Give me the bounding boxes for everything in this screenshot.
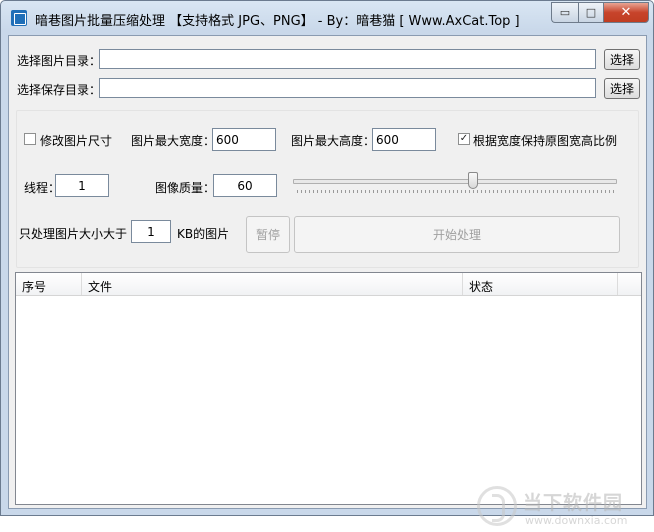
app-window: 暗巷图片批量压缩处理 【支持格式 JPG、PNG】 - By：暗巷猫 [ Www… [0, 0, 654, 527]
maximize-icon: □ [585, 6, 597, 19]
resize-checkbox[interactable] [24, 133, 36, 145]
quality-slider-ticks [297, 190, 615, 193]
keep-ratio-checkbox[interactable]: ✓ [458, 133, 470, 145]
max-width-label: 图片最大宽度： [131, 134, 216, 148]
watermark-logo-icon [477, 486, 517, 526]
start-button[interactable]: 开始处理 [294, 216, 620, 253]
max-height-input[interactable]: 600 [372, 128, 436, 151]
browse-save-button[interactable]: 选择 [604, 78, 640, 99]
site-watermark: 当下软件园 www.downxia.com [477, 486, 647, 532]
max-width-input[interactable]: 600 [212, 128, 276, 151]
file-list[interactable]: 序号 文件 状态 [15, 272, 642, 505]
column-status[interactable]: 状态 [463, 273, 618, 295]
source-dir-input[interactable] [99, 49, 596, 69]
column-filler [618, 273, 641, 295]
column-file[interactable]: 文件 [82, 273, 463, 295]
source-dir-label: 选择图片目录： [17, 54, 102, 68]
min-size-input[interactable]: 1 [131, 220, 171, 243]
check-icon: ✓ [459, 133, 469, 144]
save-dir-input[interactable] [99, 78, 596, 98]
app-icon [11, 10, 27, 26]
min-size-unit: KB的图片 [177, 227, 230, 241]
list-header: 序号 文件 状态 [16, 273, 641, 296]
threads-input[interactable]: 1 [55, 174, 109, 197]
quality-label: 图像质量： [155, 181, 216, 195]
max-height-label: 图片最大高度： [291, 134, 376, 148]
close-button[interactable]: ✕ [603, 2, 649, 23]
resize-label[interactable]: 修改图片尺寸 [40, 132, 112, 149]
maximize-button[interactable]: □ [578, 2, 603, 23]
quality-slider-thumb[interactable] [468, 172, 478, 189]
quality-input[interactable]: 60 [213, 174, 277, 197]
window-title: 暗巷图片批量压缩处理 【支持格式 JPG、PNG】 - By：暗巷猫 [ Www… [35, 14, 520, 29]
window-controls: ▭ □ ✕ [551, 2, 649, 23]
pause-button[interactable]: 暂停 [246, 216, 290, 253]
keep-ratio-label[interactable]: 根据宽度保持原图宽高比例 [473, 132, 617, 149]
client-area: 选择图片目录： 选择 选择保存目录： 选择 修改图片尺寸 图片最大宽度： 600… [8, 35, 647, 527]
minimize-button[interactable]: ▭ [551, 2, 578, 23]
close-icon: ✕ [620, 5, 632, 20]
watermark-text: 当下软件园 [523, 492, 624, 514]
title-bar[interactable]: 暗巷图片批量压缩处理 【支持格式 JPG、PNG】 - By：暗巷猫 [ Www… [1, 1, 653, 35]
min-size-label: 只处理图片大小大于 [19, 227, 128, 241]
column-index[interactable]: 序号 [16, 273, 82, 295]
quality-slider-track[interactable] [293, 179, 617, 184]
browse-source-button[interactable]: 选择 [604, 49, 640, 70]
save-dir-label: 选择保存目录： [17, 83, 102, 97]
minimize-icon: ▭ [559, 6, 571, 19]
